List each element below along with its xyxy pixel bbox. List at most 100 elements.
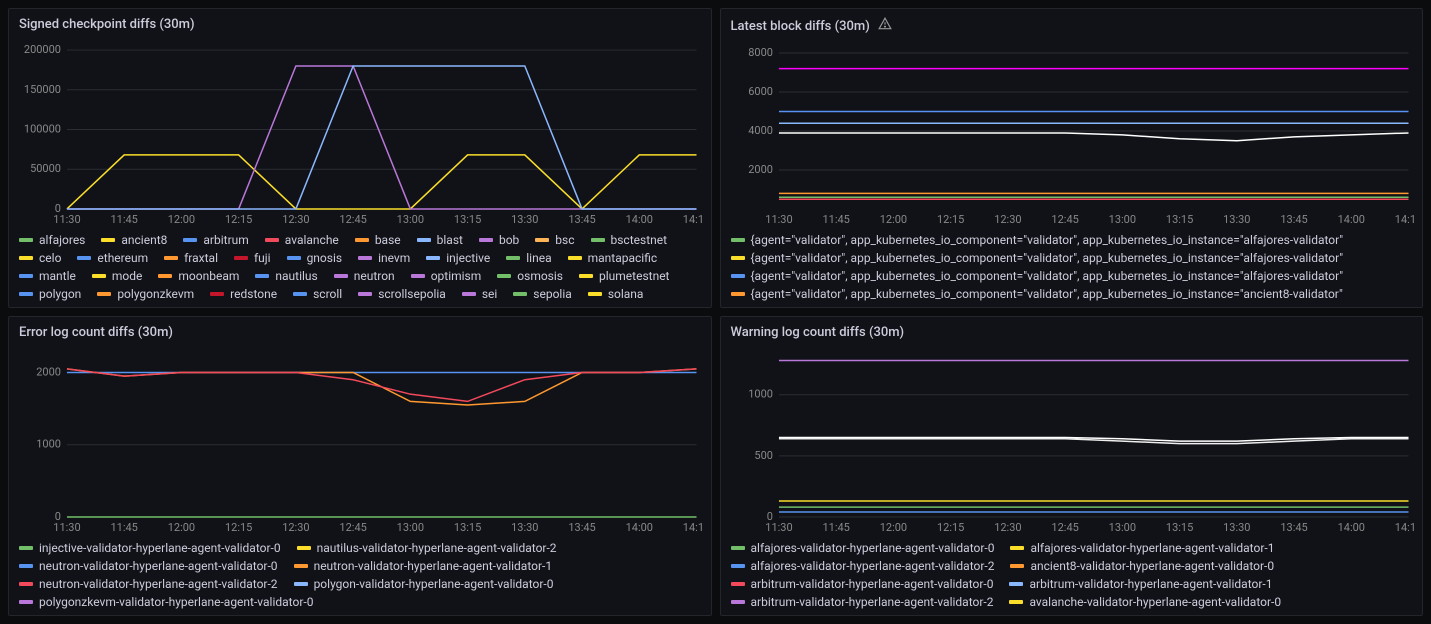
svg-text:11:45: 11:45 [111, 521, 138, 534]
legend-item[interactable]: scrollsepolia [358, 287, 446, 301]
legend-item[interactable]: alfajores-validator-hyperlane-agent-vali… [731, 541, 995, 555]
legend-swatch [731, 564, 745, 568]
legend-item[interactable]: polygonzkevm [97, 287, 194, 301]
legend-item[interactable]: polygon [19, 287, 81, 301]
legend-item[interactable]: bsc [535, 233, 574, 247]
legend-item[interactable]: alfajores [19, 233, 85, 247]
legend-item[interactable]: mantapacific [568, 251, 658, 265]
legend-swatch [19, 564, 33, 568]
legend-label: ethereum [97, 251, 148, 265]
legend-item[interactable]: mode [92, 269, 143, 283]
legend-item[interactable]: nautilus [255, 269, 317, 283]
legend-label: fraxtal [184, 251, 218, 265]
legend-item[interactable]: ancient8 [101, 233, 167, 247]
legend-item[interactable]: inevm [358, 251, 410, 265]
legend-label: neutron-validator-hyperlane-agent-valida… [39, 559, 278, 573]
svg-text:50000: 50000 [30, 162, 61, 175]
legend-label: polygon [39, 287, 81, 301]
legend-item[interactable]: blast [417, 233, 463, 247]
chart-latest[interactable]: 200040006000800011:3011:4512:0012:1512:3… [721, 43, 1423, 227]
svg-text:12:30: 12:30 [282, 521, 309, 534]
legend-label: optimism [431, 269, 482, 283]
legend-item[interactable]: avalanche-validator-hyperlane-agent-vali… [1009, 595, 1281, 609]
legend-item[interactable]: alfajores-validator-hyperlane-agent-vali… [731, 559, 995, 573]
legend-item[interactable]: gnosis [287, 251, 343, 265]
chart-signed[interactable]: 05000010000015000020000011:3011:4512:001… [9, 40, 711, 227]
legend-item[interactable]: arbitrum-validator-hyperlane-agent-valid… [731, 577, 994, 591]
svg-text:14:15: 14:15 [1394, 213, 1414, 226]
legend-swatch [506, 256, 520, 260]
chart-warnlog[interactable]: 0500100011:3011:4512:0012:1512:3012:4513… [721, 348, 1423, 535]
legend-item[interactable]: bob [479, 233, 519, 247]
legend-label: arbitrum-validator-hyperlane-agent-valid… [751, 595, 994, 609]
svg-text:500: 500 [754, 449, 773, 462]
legend-label: sepolia [533, 287, 572, 301]
panel-error-log[interactable]: Error log count diffs (30m) 01000200011:… [8, 316, 712, 616]
legend-item[interactable]: neutron-validator-hyperlane-agent-valida… [294, 559, 553, 573]
legend-error[interactable]: injective-validator-hyperlane-agent-vali… [9, 535, 711, 615]
legend-swatch [287, 256, 301, 260]
legend-item[interactable]: arbitrum-validator-hyperlane-agent-valid… [1009, 577, 1272, 591]
legend-swatch [158, 274, 172, 278]
legend-swatch [77, 256, 91, 260]
legend-label: base [375, 233, 401, 247]
svg-text:11:45: 11:45 [111, 213, 138, 226]
legend-item[interactable]: sepolia [513, 287, 572, 301]
legend-item[interactable]: arbitrum-validator-hyperlane-agent-valid… [731, 595, 994, 609]
panel-latest-block[interactable]: Latest block diffs (30m) 200040006000800… [720, 8, 1424, 308]
legend-item[interactable]: neutron-validator-hyperlane-agent-valida… [19, 577, 278, 591]
legend-item[interactable]: sei [462, 287, 497, 301]
legend-item[interactable]: scroll [293, 287, 342, 301]
legend-item[interactable]: mantle [19, 269, 76, 283]
panel-title: Error log count diffs (30m) [9, 317, 711, 348]
chart-error[interactable]: 01000200011:3011:4512:0012:1512:3012:451… [9, 348, 711, 535]
legend-item[interactable]: fraxtal [164, 251, 218, 265]
legend-item[interactable]: osmosis [497, 269, 563, 283]
legend-item[interactable]: {agent="validator", app_kubernetes_io_co… [731, 287, 1343, 301]
legend-item[interactable]: injective [426, 251, 490, 265]
svg-text:11:30: 11:30 [765, 521, 792, 534]
legend-swatch [462, 292, 476, 296]
legend-signed[interactable]: alfajores ancient8 arbitrum avalanche base bl… [9, 227, 711, 307]
legend-swatch [19, 256, 33, 260]
legend-item[interactable]: plumetestnet [579, 269, 669, 283]
legend-item[interactable]: {agent="validator", app_kubernetes_io_co… [731, 251, 1344, 265]
legend-item[interactable]: injective-validator-hyperlane-agent-vali… [19, 541, 281, 555]
legend-label: moonbeam [178, 269, 239, 283]
legend-item[interactable]: base [355, 233, 401, 247]
legend-item[interactable]: avalanche [265, 233, 339, 247]
legend-item[interactable]: polygonzkevm-validator-hyperlane-agent-v… [19, 595, 313, 609]
legend-item[interactable]: optimism [411, 269, 482, 283]
legend-item[interactable]: alfajores-validator-hyperlane-agent-vali… [1010, 541, 1274, 555]
legend-item[interactable]: bsctestnet [591, 233, 668, 247]
legend-item[interactable]: {agent="validator", app_kubernetes_io_co… [731, 269, 1344, 283]
legend-item[interactable]: linea [506, 251, 551, 265]
legend-item[interactable]: {agent="validator", app_kubernetes_io_co… [731, 233, 1344, 247]
legend-item[interactable]: neutron-validator-hyperlane-agent-valida… [19, 559, 278, 573]
legend-item[interactable]: arbitrum [183, 233, 248, 247]
legend-swatch [183, 238, 197, 242]
legend-swatch [417, 238, 431, 242]
legend-warnlog[interactable]: alfajores-validator-hyperlane-agent-vali… [721, 535, 1423, 615]
legend-item[interactable]: ethereum [77, 251, 148, 265]
panel-signed-checkpoint[interactable]: Signed checkpoint diffs (30m) 0500001000… [8, 8, 712, 308]
legend-item[interactable]: ancient8-validator-hyperlane-agent-valid… [1010, 559, 1274, 573]
legend-item[interactable]: moonbeam [158, 269, 239, 283]
legend-item[interactable]: nautilus-validator-hyperlane-agent-valid… [297, 541, 557, 555]
legend-swatch [1010, 564, 1024, 568]
panel-warning-log[interactable]: Warning log count diffs (30m) 0500100011… [720, 316, 1424, 616]
legend-swatch [535, 238, 549, 242]
legend-latest[interactable]: {agent="validator", app_kubernetes_io_co… [721, 227, 1423, 307]
legend-item[interactable]: celo [19, 251, 61, 265]
svg-text:13:00: 13:00 [1108, 521, 1135, 534]
legend-item[interactable]: neutron [334, 269, 395, 283]
legend-swatch [334, 274, 348, 278]
svg-text:14:00: 14:00 [626, 521, 653, 534]
legend-item[interactable]: redstone [210, 287, 277, 301]
legend-item[interactable]: fuji [234, 251, 271, 265]
legend-item[interactable]: solana [588, 287, 644, 301]
svg-text:4000: 4000 [748, 124, 773, 137]
warning-icon[interactable] [878, 17, 892, 35]
svg-text:12:30: 12:30 [282, 213, 309, 226]
legend-item[interactable]: polygon-validator-hyperlane-agent-valida… [294, 577, 554, 591]
